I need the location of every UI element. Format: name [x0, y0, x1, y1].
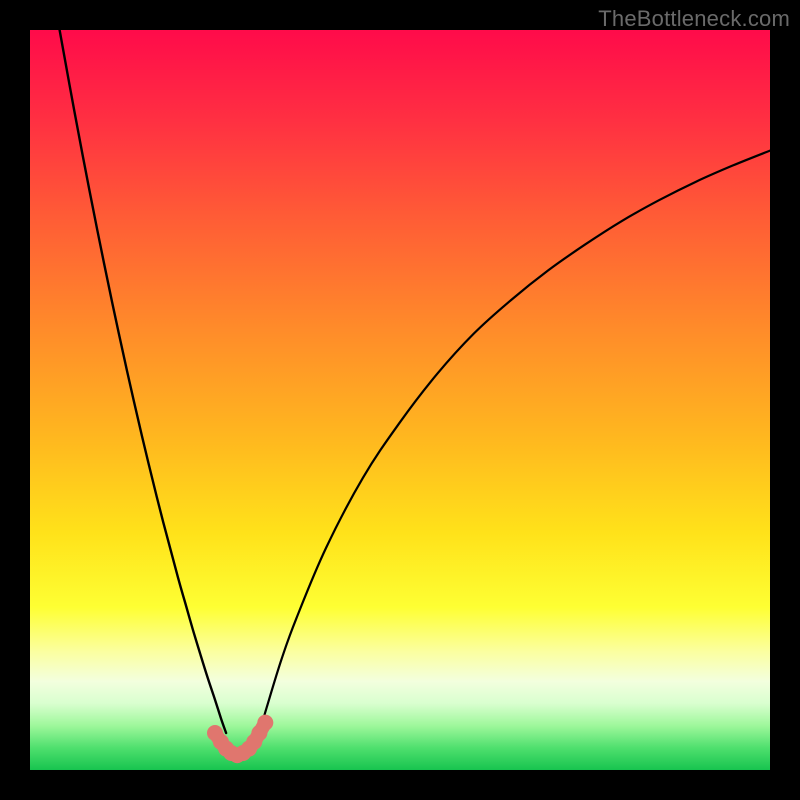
left-branch-line: [60, 30, 227, 733]
watermark-text: TheBottleneck.com: [598, 6, 790, 32]
valley-markers: [207, 715, 273, 764]
curve-layer: [30, 30, 770, 770]
plot-area: [30, 30, 770, 770]
valley-marker: [257, 715, 273, 731]
chart-frame: TheBottleneck.com: [0, 0, 800, 800]
right-branch-line: [259, 151, 770, 733]
